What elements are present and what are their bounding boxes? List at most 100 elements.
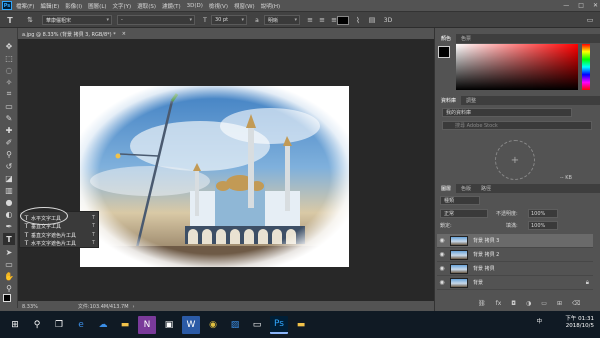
menu-file[interactable]: 檔案(F) xyxy=(16,2,34,10)
menu-type[interactable]: 文字(Y) xyxy=(113,2,132,10)
ime-indicator[interactable]: 中 xyxy=(536,319,542,326)
maximize-button[interactable]: □ xyxy=(578,2,584,9)
onedrive-icon[interactable]: ☁ xyxy=(94,316,112,334)
rectangle-tool-icon[interactable]: ▭ xyxy=(3,258,15,270)
horizontal-type-tool-icon[interactable]: T xyxy=(3,233,15,245)
eyedropper-tool-icon[interactable]: ✎ xyxy=(3,112,15,124)
font-size-select[interactable]: 30 pt xyxy=(211,15,247,25)
foreground-color-swatch[interactable] xyxy=(3,294,11,302)
text-color-swatch[interactable] xyxy=(337,16,349,25)
flyout-horizontal-type-mask[interactable]: T 水平文字遮色片工具 T xyxy=(22,239,98,247)
workspace-icon[interactable]: ▭ xyxy=(584,14,596,26)
photoshop-icon[interactable]: Ps xyxy=(270,315,288,334)
zoom-level[interactable]: 8.33% xyxy=(22,304,38,310)
visibility-eye-icon[interactable]: ◉ xyxy=(437,251,447,258)
chrome-icon[interactable]: ◉ xyxy=(204,316,222,334)
move-tool-icon[interactable]: ✥ xyxy=(3,40,15,52)
explorer2-icon[interactable]: ▬ xyxy=(292,316,310,334)
library-select[interactable]: 我的資料庫 xyxy=(442,108,572,117)
antialias-select[interactable]: 明晰 xyxy=(264,15,300,25)
path-selection-tool-icon[interactable]: ➤ xyxy=(3,246,15,258)
folder-icon[interactable]: ▭ xyxy=(248,316,266,334)
align-center-icon[interactable]: ≡ xyxy=(316,14,328,26)
onenote-icon[interactable]: N xyxy=(138,315,156,334)
flyout-vertical-type-mask[interactable]: T 垂直文字遮色片工具 T xyxy=(22,231,98,239)
healing-brush-tool-icon[interactable]: ✚ xyxy=(3,124,15,136)
color-picker-field[interactable] xyxy=(456,44,578,90)
document-image[interactable] xyxy=(80,86,349,267)
visibility-eye-icon[interactable]: ◉ xyxy=(437,265,447,272)
task-view-icon[interactable]: ❐ xyxy=(50,316,68,334)
close-tab-icon[interactable]: × xyxy=(122,31,126,37)
tab-libraries[interactable]: 資料庫 xyxy=(436,96,462,105)
fx-icon[interactable]: fx xyxy=(496,300,502,307)
tab-adjustments[interactable]: 調整 xyxy=(461,97,481,104)
hue-slider[interactable] xyxy=(582,44,590,90)
tab-color[interactable]: 顏色 xyxy=(436,34,457,43)
document-tab[interactable]: a.jpg @ 8.33% (背景 拷貝 3, RGB/8*) * × xyxy=(18,29,258,39)
lasso-tool-icon[interactable]: ◌ xyxy=(3,64,15,76)
3d-icon[interactable]: 3D xyxy=(382,14,394,26)
warp-text-icon[interactable]: ⌇ xyxy=(352,14,364,26)
adjustment-icon[interactable]: ◑ xyxy=(526,300,531,307)
clone-stamp-tool-icon[interactable]: ⚲ xyxy=(3,148,15,160)
layer-row[interactable]: ◉ 背景 拷貝 xyxy=(437,262,593,276)
minimize-button[interactable]: — xyxy=(563,2,569,9)
frame-tool-icon[interactable]: ▭ xyxy=(3,100,15,112)
hand-tool-icon[interactable]: ✋ xyxy=(3,270,15,282)
layer-row[interactable]: ◉ 背景 🔒︎ xyxy=(437,276,593,290)
library-search-input[interactable]: 搜尋 Adobe Stock xyxy=(442,121,592,130)
layer-row[interactable]: ◉ 背景 拷貝 3 xyxy=(437,234,593,248)
layer-row[interactable]: ◉ 背景 拷貝 2 xyxy=(437,248,593,262)
link-icon[interactable]: ⛓ xyxy=(478,300,486,307)
type-tool-preset-icon[interactable]: T xyxy=(4,14,16,26)
photos-icon[interactable]: ▨ xyxy=(226,316,244,334)
color-fg-swatch[interactable] xyxy=(438,46,450,58)
crop-tool-icon[interactable]: ⌗ xyxy=(3,88,15,100)
menu-layer[interactable]: 圖層(L) xyxy=(88,2,106,10)
blend-mode-select[interactable]: 正常 xyxy=(440,209,488,218)
font-style-select[interactable]: - xyxy=(117,15,195,25)
zoom-tool-icon[interactable]: ⚲ xyxy=(3,282,15,294)
character-panel-icon[interactable]: ▤ xyxy=(366,14,378,26)
tab-channels[interactable]: 色版 xyxy=(456,185,476,192)
word-icon[interactable]: W xyxy=(182,315,200,334)
tab-layers[interactable]: 圖層 xyxy=(436,184,457,193)
visibility-eye-icon[interactable]: ◉ xyxy=(437,279,447,286)
clock-time[interactable]: 下午 01:31 xyxy=(565,316,594,323)
explorer-icon[interactable]: ▬ xyxy=(116,316,134,334)
dodge-tool-icon[interactable]: ◐ xyxy=(3,208,15,220)
brush-tool-icon[interactable]: ✐ xyxy=(3,136,15,148)
menu-window[interactable]: 視窗(W) xyxy=(234,2,255,10)
status-arrow-icon[interactable]: › xyxy=(133,304,135,310)
menu-help[interactable]: 說明(H) xyxy=(261,2,280,10)
edge-icon[interactable]: e xyxy=(72,316,90,334)
store-icon[interactable]: ▣ xyxy=(160,316,178,334)
gradient-tool-icon[interactable]: ▥ xyxy=(3,184,15,196)
menu-select[interactable]: 選取(S) xyxy=(137,2,156,10)
menu-filter[interactable]: 濾鏡(T) xyxy=(162,2,181,10)
pen-tool-icon[interactable]: ✒ xyxy=(3,220,15,232)
menu-3d[interactable]: 3D(D) xyxy=(187,3,203,9)
layer-filter-select[interactable]: 種類 xyxy=(440,196,480,205)
history-brush-tool-icon[interactable]: ↺ xyxy=(3,160,15,172)
mask-icon[interactable]: ◘ xyxy=(511,300,516,307)
opacity-input[interactable]: 100% xyxy=(528,209,558,218)
menu-image[interactable]: 影像(I) xyxy=(65,2,82,10)
marquee-tool-icon[interactable]: ⬚ xyxy=(3,52,15,64)
visibility-eye-icon[interactable]: ◉ xyxy=(437,237,447,244)
magic-wand-tool-icon[interactable]: ✧ xyxy=(3,76,15,88)
close-window-button[interactable]: ✕ xyxy=(593,2,598,9)
tab-swatches[interactable]: 色票 xyxy=(456,35,476,42)
search-icon[interactable]: ⚲ xyxy=(28,316,46,334)
blur-tool-icon[interactable]: ● xyxy=(3,196,15,208)
menu-view[interactable]: 檢視(V) xyxy=(209,2,228,10)
group-icon[interactable]: ▭ xyxy=(541,300,547,307)
menu-edit[interactable]: 編輯(E) xyxy=(40,2,59,10)
font-family-select[interactable]: 華康儷粗宋 xyxy=(42,15,112,25)
fill-input[interactable]: 100% xyxy=(528,221,558,230)
align-left-icon[interactable]: ≡ xyxy=(304,14,316,26)
new-layer-icon[interactable]: ⊞ xyxy=(557,300,562,307)
toggle-text-orientation-icon[interactable]: ⇅ xyxy=(24,14,36,26)
windows-start-icon[interactable]: ⊞ xyxy=(6,316,24,334)
